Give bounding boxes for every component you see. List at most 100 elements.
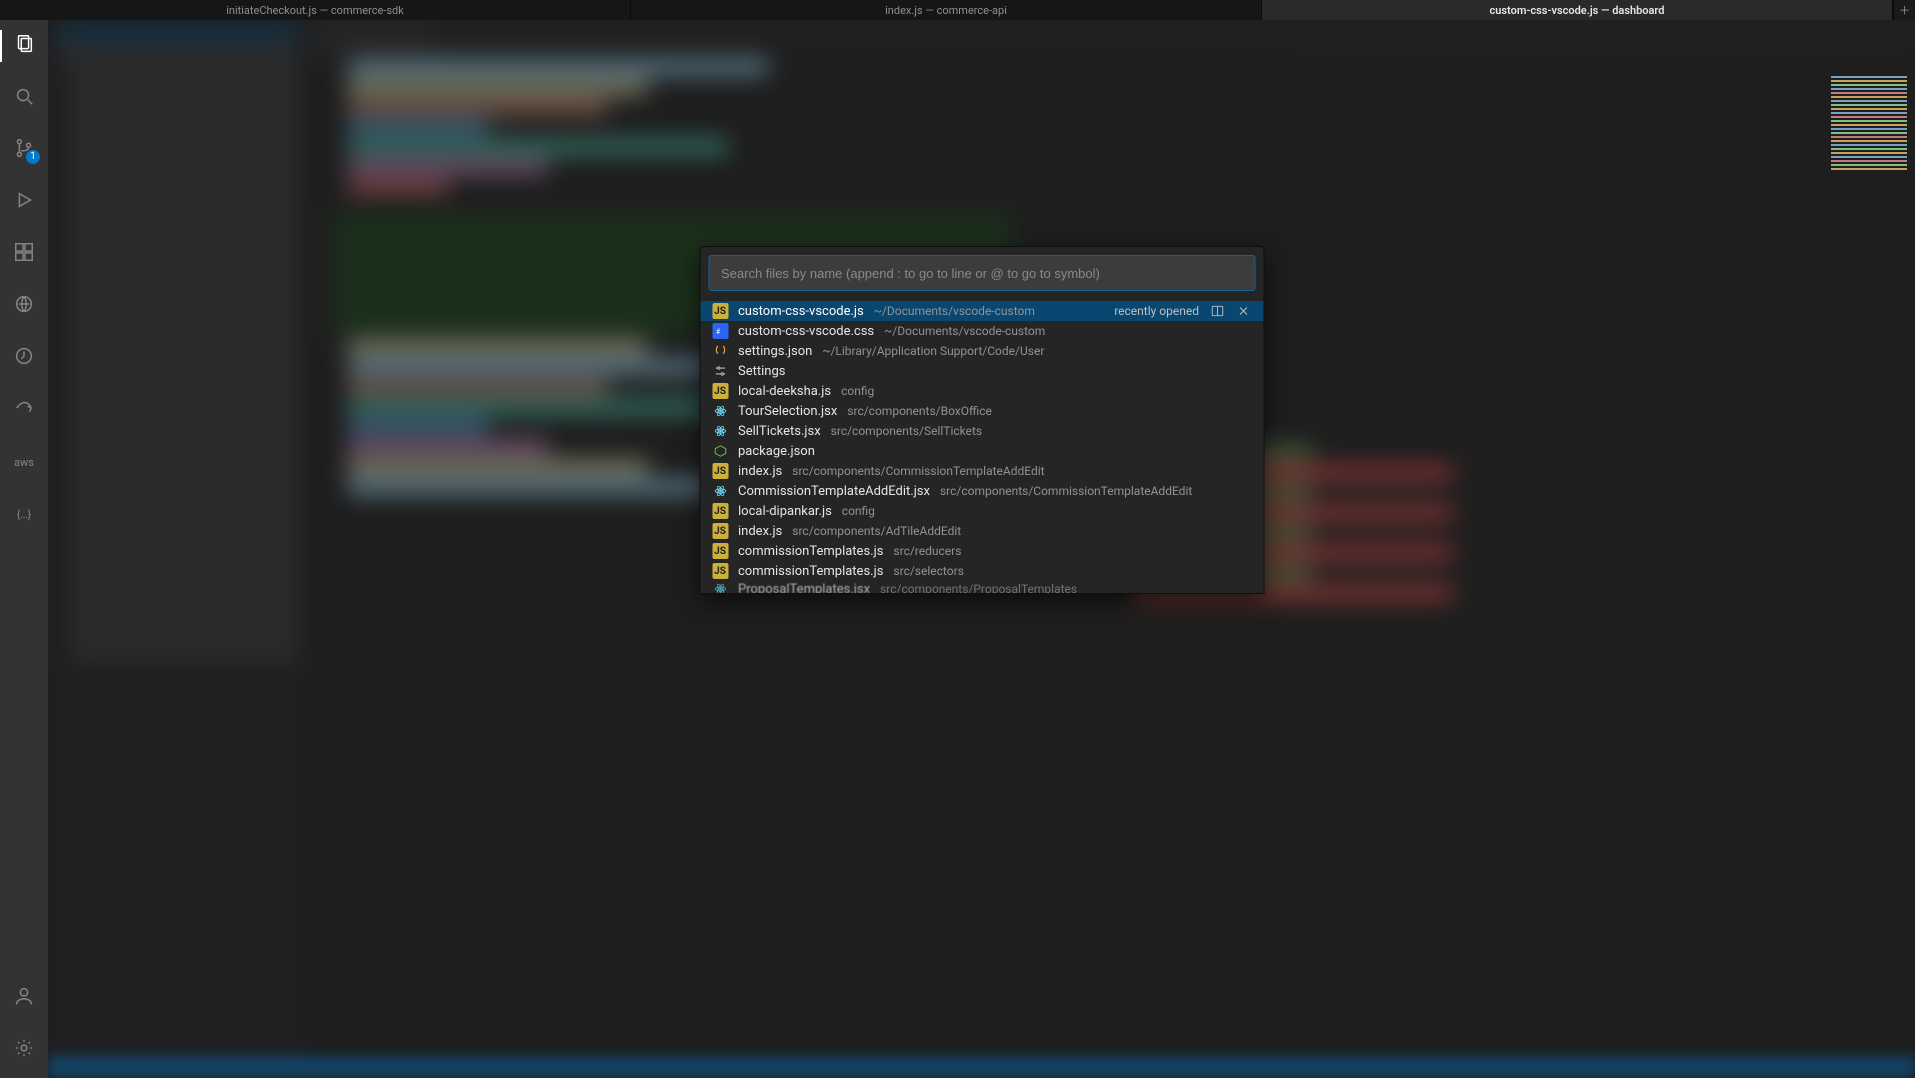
npm-file-icon: [712, 443, 728, 459]
quick-open-item[interactable]: JS commissionTemplates.js src/reducers: [700, 541, 1263, 561]
file-name: custom-css-vscode.css: [738, 324, 874, 339]
file-path: config: [841, 384, 874, 398]
file-path: src/components/SellTickets: [831, 424, 982, 438]
file-name: Settings: [738, 364, 785, 379]
file-name: ProposalTemplates.jsx: [738, 582, 870, 594]
app-root: 1: [0, 20, 1915, 1078]
file-path: src/selectors: [893, 564, 963, 578]
react-file-icon: [712, 581, 728, 593]
activity-aws[interactable]: aws: [0, 442, 48, 482]
files-icon: [13, 33, 35, 59]
file-name: commissionTemplates.js: [738, 564, 883, 579]
activity-braces[interactable]: {…}: [0, 494, 48, 534]
quick-open-item[interactable]: # custom-css-vscode.css ~/Documents/vsco…: [700, 321, 1263, 341]
extensions-icon: [13, 241, 35, 267]
file-path: src/reducers: [893, 544, 961, 558]
file-name: index.js: [738, 524, 782, 539]
quick-open-item-settings[interactable]: Settings: [700, 361, 1263, 381]
file-name: local-dipankar.js: [738, 504, 832, 519]
file-path: src/components/AdTileAddEdit: [792, 524, 961, 538]
js-file-icon: JS: [712, 523, 728, 539]
file-name: commissionTemplates.js: [738, 544, 883, 559]
quick-open-item[interactable]: JS index.js src/components/AdTileAddEdit: [700, 521, 1263, 541]
file-name: local-deeksha.js: [738, 384, 831, 399]
file-name: settings.json: [738, 344, 812, 359]
quick-open-item[interactable]: ProposalTemplates.jsx src/components/Pro…: [700, 581, 1263, 593]
file-path: config: [842, 504, 875, 518]
file-path: src/components/CommissionTemplateAddEdit: [940, 484, 1192, 498]
js-file-icon: JS: [712, 303, 728, 319]
quick-open-panel: JS custom-css-vscode.js ~/Documents/vsco…: [699, 246, 1264, 594]
js-file-icon: JS: [712, 543, 728, 559]
play-bug-icon: [13, 189, 35, 215]
activity-timeline[interactable]: [0, 338, 48, 378]
file-path: ~/Library/Application Support/Code/User: [822, 344, 1044, 358]
css-file-icon: #: [712, 323, 728, 339]
activity-search[interactable]: [0, 78, 48, 118]
search-icon: [13, 85, 35, 111]
quick-open-item[interactable]: settings.json ~/Library/Application Supp…: [700, 341, 1263, 361]
quick-open-item[interactable]: JS index.js src/components/CommissionTem…: [700, 461, 1263, 481]
window-tab-label: index.js — commerce-api: [885, 4, 1007, 17]
react-file-icon: [712, 423, 728, 439]
braces-icon: {…}: [17, 508, 32, 521]
quick-open-item[interactable]: SellTickets.jsx src/components/SellTicke…: [700, 421, 1263, 441]
status-bar[interactable]: [48, 1056, 1915, 1078]
activity-remote[interactable]: [0, 286, 48, 326]
window-tab-label: initiateCheckout.js — commerce-sdk: [226, 4, 404, 17]
js-file-icon: JS: [712, 563, 728, 579]
close-icon[interactable]: [1235, 303, 1251, 319]
js-file-icon: JS: [712, 383, 728, 399]
account-icon: [13, 985, 35, 1011]
file-path: ~/Documents/vscode-custom: [874, 304, 1035, 318]
window-tab-label: custom-css-vscode.js — dashboard: [1490, 4, 1665, 17]
settings-icon: [712, 363, 728, 379]
window-tab-strip: initiateCheckout.js — commerce-sdk index…: [0, 0, 1915, 20]
quick-open-results: JS custom-css-vscode.js ~/Documents/vsco…: [700, 301, 1263, 593]
quick-open-item[interactable]: TourSelection.jsx src/components/BoxOffi…: [700, 401, 1263, 421]
aws-icon: aws: [14, 456, 34, 469]
window-tab-commerce-api[interactable]: index.js — commerce-api: [631, 0, 1262, 20]
file-path: src/components/BoxOffice: [847, 404, 992, 418]
quick-open-item[interactable]: JS custom-css-vscode.js ~/Documents/vsco…: [700, 301, 1263, 321]
quick-open-item[interactable]: JS local-deeksha.js config: [700, 381, 1263, 401]
gear-icon: [13, 1037, 35, 1063]
new-window-tab-button[interactable]: ＋: [1893, 0, 1915, 20]
file-path: src/components/ProposalTemplates: [880, 582, 1077, 593]
activity-share[interactable]: [0, 390, 48, 430]
json-file-icon: [712, 343, 728, 359]
remote-icon: [13, 293, 35, 319]
quick-open-item[interactable]: CommissionTemplateAddEdit.jsx src/compon…: [700, 481, 1263, 501]
window-tab-dashboard[interactable]: custom-css-vscode.js — dashboard: [1262, 0, 1893, 20]
activity-explorer[interactable]: [0, 26, 48, 66]
file-name: CommissionTemplateAddEdit.jsx: [738, 484, 930, 499]
activity-run-debug[interactable]: [0, 182, 48, 222]
react-file-icon: [712, 403, 728, 419]
quick-open-item[interactable]: JS local-dipankar.js config: [700, 501, 1263, 521]
react-file-icon: [712, 483, 728, 499]
quick-open-item[interactable]: JS commissionTemplates.js src/selectors: [700, 561, 1263, 581]
minimap[interactable]: [1827, 74, 1911, 274]
scm-badge: 1: [26, 150, 40, 164]
activity-settings[interactable]: [0, 1030, 48, 1070]
share-icon: [13, 397, 35, 423]
svg-text:#: #: [715, 328, 720, 336]
activity-account[interactable]: [0, 978, 48, 1018]
file-name: index.js: [738, 464, 782, 479]
file-name: TourSelection.jsx: [738, 404, 837, 419]
activity-bar: 1: [0, 20, 48, 1078]
window-tab-commerce-sdk[interactable]: initiateCheckout.js — commerce-sdk: [0, 0, 631, 20]
activity-scm[interactable]: 1: [0, 130, 48, 170]
file-path: src/components/CommissionTemplateAddEdit: [792, 464, 1044, 478]
quick-open-item[interactable]: package.json: [700, 441, 1263, 461]
file-name: package.json: [738, 444, 815, 459]
quick-open-input[interactable]: [708, 255, 1255, 291]
js-file-icon: JS: [712, 463, 728, 479]
workspace: JS custom-css-vscode.js ~/Documents/vsco…: [48, 20, 1915, 1078]
file-name: custom-css-vscode.js: [738, 304, 864, 319]
split-editor-icon[interactable]: [1209, 303, 1225, 319]
file-path: ~/Documents/vscode-custom: [884, 324, 1045, 338]
file-name: SellTickets.jsx: [738, 424, 821, 439]
recently-opened-label: recently opened: [1114, 304, 1199, 318]
activity-extensions[interactable]: [0, 234, 48, 274]
